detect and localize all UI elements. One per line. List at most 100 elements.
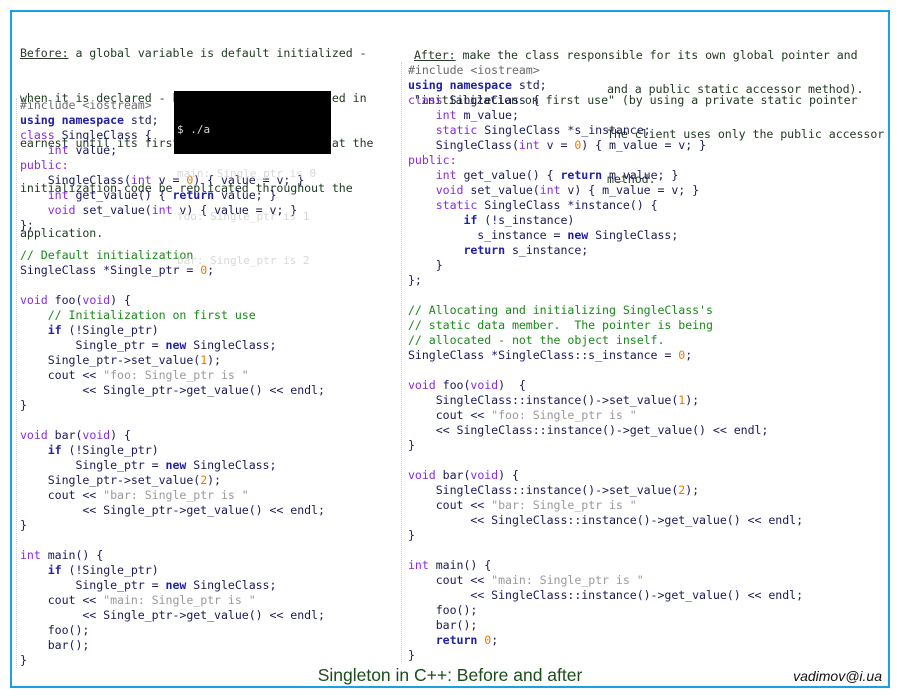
- code-token-tx: set_value(: [75, 203, 152, 217]
- code-token-str: "bar: Single_ptr is ": [103, 488, 249, 502]
- code-token-tx: }: [20, 398, 27, 412]
- code-token-ty: int: [47, 143, 69, 157]
- code-token-ty: void: [435, 183, 464, 197]
- code-token-ty: void: [20, 293, 48, 307]
- after-code-line: // static data member. The pointer is be…: [408, 318, 803, 333]
- code-token-tx: foo(: [435, 378, 471, 392]
- code-token-tx: set_value(: [463, 183, 540, 197]
- after-code-line: [408, 543, 803, 558]
- after-code-line: // allocated - not the object inself.: [408, 333, 803, 348]
- code-token-str: "foo: Single_ptr is ": [491, 408, 637, 422]
- code-token-tx: << Single_ptr->get_value() << endl;: [20, 608, 325, 622]
- after-code-line: SingleClass::instance()->set_value(2);: [408, 483, 803, 498]
- after-code-line: void set_value(int v) { m_value = v; }: [408, 183, 803, 198]
- code-token-tx: SingleClass;: [186, 338, 277, 352]
- code-token-cm: // Default initialization: [20, 248, 194, 262]
- code-token-tx: bar();: [20, 638, 90, 652]
- terminal-line: main: Single_ptr is 0: [177, 166, 317, 180]
- code-token-tx: SingleClass {: [54, 128, 152, 142]
- code-token-tx: }: [408, 648, 415, 662]
- code-token-ty: void: [408, 378, 436, 392]
- after-code-line: s_instance = new SingleClass;: [408, 228, 803, 243]
- before-code-line: cout << "main: Single_ptr is ": [20, 593, 325, 608]
- before-code-line: Single_ptr->set_value(1);: [20, 353, 325, 368]
- after-code-line: void foo(void) {: [408, 378, 803, 393]
- after-code-line: cout << "main: Single_ptr is ": [408, 573, 803, 588]
- code-token-ty: int: [408, 558, 429, 572]
- code-token-tx: );: [207, 353, 221, 367]
- code-token-tx: ) {: [110, 293, 131, 307]
- code-token-tx: main() {: [428, 558, 492, 572]
- code-token-kw: if: [463, 213, 478, 227]
- before-code-line: }: [20, 398, 325, 413]
- code-token-kw: if: [47, 443, 62, 457]
- code-token-tx: m_value;: [456, 108, 519, 122]
- code-token-tx: }: [408, 438, 415, 452]
- code-token-tx: SingleClass;: [588, 228, 679, 242]
- code-token-tx: SingleClass;: [186, 458, 277, 472]
- before-code-line: if (!Single_ptr): [20, 443, 325, 458]
- after-code-line: }: [408, 648, 803, 663]
- left-code-guide: [16, 98, 17, 668]
- code-token-tx: cout <<: [20, 593, 104, 607]
- code-token-tx: bar();: [408, 618, 478, 632]
- after-code-line: << SingleClass::instance()->get_value() …: [408, 423, 803, 438]
- code-token-tx: }: [20, 518, 27, 532]
- before-code-line: Single_ptr = new SingleClass;: [20, 578, 325, 593]
- after-code-line: }: [408, 528, 803, 543]
- code-token-str: "bar: Single_ptr is ": [491, 498, 637, 512]
- after-code-line: }: [408, 438, 803, 453]
- code-token-ty: class: [20, 128, 55, 142]
- code-token-tx: ) { m_value = v; }: [581, 138, 707, 152]
- code-token-ty: int: [435, 108, 457, 122]
- before-code-line: int main() {: [20, 548, 325, 563]
- after-code-line: public:: [408, 153, 803, 168]
- code-token-tx: SingleClass::instance()->set_value(: [408, 393, 679, 407]
- code-token-ty: int: [130, 173, 152, 187]
- after-code-line: cout << "foo: Single_ptr is ": [408, 408, 803, 423]
- code-token-ty: int: [518, 138, 540, 152]
- code-token-tx: value;: [68, 143, 118, 157]
- code-token-tx: [408, 123, 436, 137]
- code-token-tx: [408, 183, 436, 197]
- after-code-line: if (!s_instance): [408, 213, 803, 228]
- before-code-line: Single_ptr->set_value(2);: [20, 473, 325, 488]
- after-code-line: }: [408, 258, 803, 273]
- code-token-tx: Single_ptr =: [20, 458, 166, 472]
- after-code-line: return s_instance;: [408, 243, 803, 258]
- after-heading: After:: [414, 48, 456, 62]
- before-code-line: foo();: [20, 623, 325, 638]
- code-token-kw: using namespace: [20, 113, 124, 127]
- code-token-tx: SingleClass *instance() {: [477, 198, 658, 212]
- before-code-line: if (!Single_ptr): [20, 323, 325, 338]
- code-token-tx: [408, 108, 436, 122]
- after-code-line: [408, 363, 803, 378]
- code-token-kw: return: [463, 243, 506, 257]
- code-token-tx: [20, 563, 48, 577]
- after-code-line: SingleClass(int v = 0) { m_value = v; }: [408, 138, 803, 153]
- code-token-ty: void: [408, 468, 436, 482]
- code-token-tx: get_value() {: [68, 188, 173, 202]
- code-token-cm: // Initialization on first use: [20, 308, 256, 322]
- code-token-tx: v) { m_value = v; }: [560, 183, 700, 197]
- code-token-tx: << SingleClass::instance()->get_value() …: [408, 513, 804, 527]
- code-token-tx: Single_ptr->set_value(: [20, 353, 201, 367]
- code-token-tx: foo();: [20, 623, 90, 637]
- code-token-tx: };: [20, 218, 34, 232]
- code-token-tx: Single_ptr =: [20, 578, 166, 592]
- before-code-line: }: [20, 518, 325, 533]
- code-token-tx: SingleClass(: [408, 138, 519, 152]
- code-token-tx: SingleClass(: [20, 173, 131, 187]
- after-code-line: SingleClass::instance()->set_value(1);: [408, 393, 803, 408]
- after-code-line: int main() {: [408, 558, 803, 573]
- code-token-tx: s_instance =: [408, 228, 568, 242]
- code-token-tx: );: [685, 393, 700, 407]
- code-token-tx: << Single_ptr->get_value() << endl;: [20, 383, 325, 397]
- code-token-tx: bar(: [47, 428, 83, 442]
- code-token-ty: int: [151, 203, 173, 217]
- after-code-line: int m_value;: [408, 108, 803, 123]
- code-token-tx: [408, 243, 463, 257]
- code-token-tx: Single_ptr =: [20, 338, 166, 352]
- code-token-ty: void: [20, 428, 48, 442]
- code-token-tx: SingleClass;: [186, 578, 277, 592]
